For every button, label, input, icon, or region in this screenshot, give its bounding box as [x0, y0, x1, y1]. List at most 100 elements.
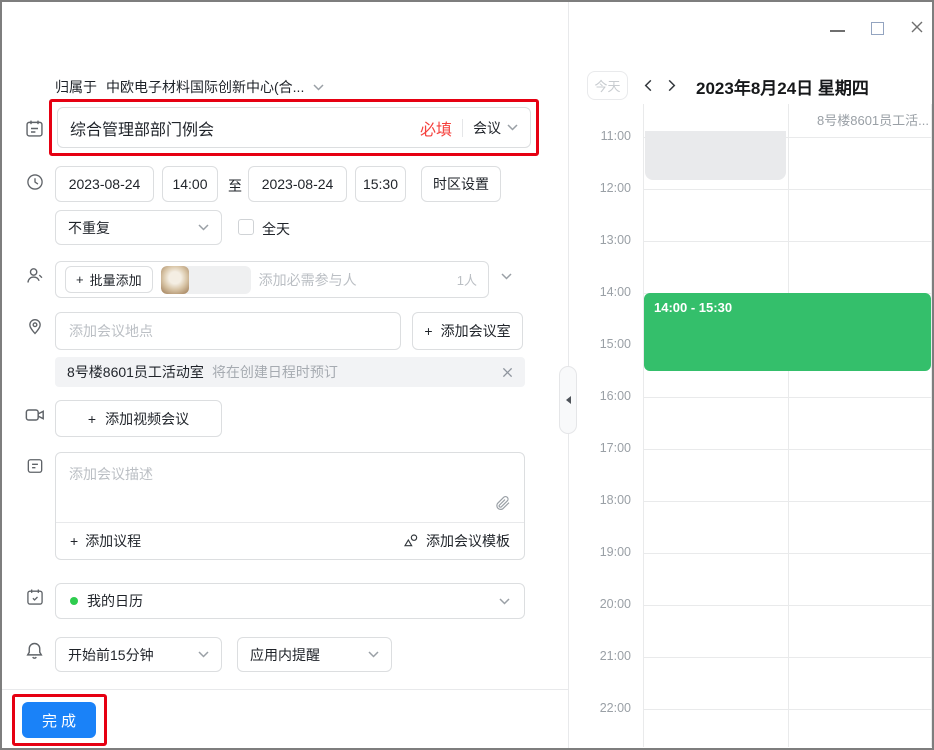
location-input[interactable]: 添加会议地点: [55, 312, 401, 350]
timezone-label: 时区设置: [433, 174, 489, 194]
close-button[interactable]: [908, 18, 926, 36]
event-title-value: 综合管理部部门例会: [70, 116, 410, 140]
shapes-icon: [403, 533, 419, 549]
clock-icon: [25, 172, 45, 192]
submit-button[interactable]: 完成: [22, 702, 96, 738]
bell-icon: [24, 640, 45, 661]
add-template-button[interactable]: 添加会议模板: [403, 531, 510, 551]
participants-expand-chevron-icon[interactable]: [501, 273, 512, 280]
room-busy-block: [645, 131, 786, 180]
reminder-time-value: 开始前15分钟: [68, 645, 154, 665]
time-label: 14:00: [577, 285, 631, 299]
collapse-arrow-icon: [566, 396, 571, 404]
event-title-field[interactable]: 综合管理部部门例会 必填 会议: [57, 107, 531, 148]
event-form-panel: 归属于 中欧电子材料国际创新中心(合... 综合管理部部门例会 必填 会议 20…: [0, 0, 568, 750]
event-time-label: 14:00 - 15:30: [654, 300, 921, 315]
prev-day-chevron-icon[interactable]: [641, 78, 656, 93]
time-label: 16:00: [577, 389, 631, 403]
footer-divider: [0, 689, 568, 690]
divider: [462, 119, 463, 137]
end-date-input[interactable]: 2023-08-24: [248, 166, 347, 202]
required-badge: 必填: [420, 116, 452, 140]
room-tag: 8号楼8601员工活动室 将在创建日程时预订: [55, 357, 525, 387]
grid-vline: [643, 104, 644, 747]
calendar-value: 我的日历: [87, 591, 143, 611]
person-icon: [24, 265, 45, 286]
to-label: 至: [228, 176, 242, 196]
time-label: 22:00: [577, 701, 631, 715]
owner-value: 中欧电子材料国际创新中心(合...: [106, 77, 304, 97]
today-button[interactable]: 今天: [587, 71, 628, 100]
time-label: 18:00: [577, 493, 631, 507]
start-date-input[interactable]: 2023-08-24: [55, 166, 154, 202]
time-label: 20:00: [577, 597, 631, 611]
maximize-button[interactable]: [868, 18, 886, 36]
grid-hour-line: [643, 553, 931, 554]
description-card: 添加会议描述 + 添加议程 添加会议模板: [55, 452, 525, 560]
time-label: 21:00: [577, 649, 631, 663]
chevron-down-icon: [198, 651, 209, 658]
owner-prefix-label: 归属于: [55, 77, 97, 97]
close-icon: [909, 19, 925, 35]
grid-hour-line: [643, 189, 931, 190]
event-block[interactable]: 14:00 - 15:30: [644, 293, 931, 371]
batch-add-button[interactable]: + 批量添加: [65, 266, 153, 293]
add-agenda-label: 添加议程: [85, 531, 141, 551]
all-day-checkbox[interactable]: [238, 219, 254, 235]
minimize-icon: [830, 30, 845, 32]
next-day-chevron-icon[interactable]: [664, 78, 679, 93]
time-label: 12:00: [577, 181, 631, 195]
add-video-meeting-button[interactable]: + 添加视频会议: [55, 400, 222, 437]
remove-room-icon[interactable]: [502, 367, 513, 378]
grid-hour-line: [643, 709, 931, 710]
video-camera-icon: [24, 405, 46, 425]
start-date-value: 2023-08-24: [69, 176, 141, 192]
description-textarea[interactable]: 添加会议描述: [69, 464, 153, 484]
participant-avatar: [161, 266, 189, 294]
room-tag-note: 将在创建日程时预订: [212, 362, 502, 382]
batch-add-label: 批量添加: [90, 270, 142, 289]
event-type-select[interactable]: 会议: [473, 118, 518, 138]
grid-vline: [931, 104, 932, 747]
reminder-time-select[interactable]: 开始前15分钟: [55, 637, 222, 672]
chevron-down-icon: [368, 651, 379, 658]
room-column-header: 8号楼8601员工活...: [817, 110, 929, 129]
minimize-button[interactable]: [828, 18, 846, 36]
collapse-panel-handle[interactable]: [559, 366, 577, 434]
event-calendar-icon: [24, 118, 45, 139]
window-controls: [828, 18, 926, 36]
plus-icon: +: [88, 411, 96, 427]
timezone-button[interactable]: 时区设置: [421, 166, 501, 202]
calendar-icon: [25, 587, 45, 607]
grid-hour-line: [643, 241, 931, 242]
day-schedule-panel: 今天 2023年8月24日 星期四 8号楼8601员工活... 11:0012:…: [569, 0, 934, 750]
participant-chip[interactable]: [161, 266, 251, 294]
time-label: 17:00: [577, 441, 631, 455]
time-label: 15:00: [577, 337, 631, 351]
add-template-label: 添加会议模板: [426, 531, 510, 551]
add-video-meeting-label: 添加视频会议: [105, 409, 189, 429]
participants-field[interactable]: + 批量添加 添加必需参与人 1人: [55, 261, 489, 298]
all-day-label: 全天: [262, 219, 290, 239]
grid-hour-line: [643, 605, 931, 606]
start-time-input[interactable]: 14:00: [162, 166, 218, 202]
description-footer: + 添加议程 添加会议模板: [56, 522, 524, 559]
reminder-method-select[interactable]: 应用内提醒: [237, 637, 392, 672]
time-label: 19:00: [577, 545, 631, 559]
paperclip-icon[interactable]: [495, 495, 511, 511]
calendar-owner-select[interactable]: 归属于 中欧电子材料国际创新中心(合...: [55, 76, 324, 98]
calendar-color-dot: [70, 597, 78, 605]
grid-hour-line: [643, 657, 931, 658]
calendar-select[interactable]: 我的日历: [55, 583, 525, 619]
end-time-input[interactable]: 15:30: [355, 166, 406, 202]
add-room-button[interactable]: + 添加会议室: [412, 312, 523, 350]
plus-icon: +: [70, 533, 78, 549]
chevron-down-icon: [499, 598, 510, 605]
grid-vline: [788, 104, 789, 747]
add-agenda-button[interactable]: + 添加议程: [70, 531, 141, 551]
event-type-value: 会议: [473, 118, 501, 138]
description-doc-icon: [25, 456, 45, 476]
schedule-date-title: 2023年8月24日 星期四: [696, 74, 869, 99]
reminder-method-value: 应用内提醒: [250, 645, 320, 665]
repeat-select[interactable]: 不重复: [55, 210, 222, 245]
